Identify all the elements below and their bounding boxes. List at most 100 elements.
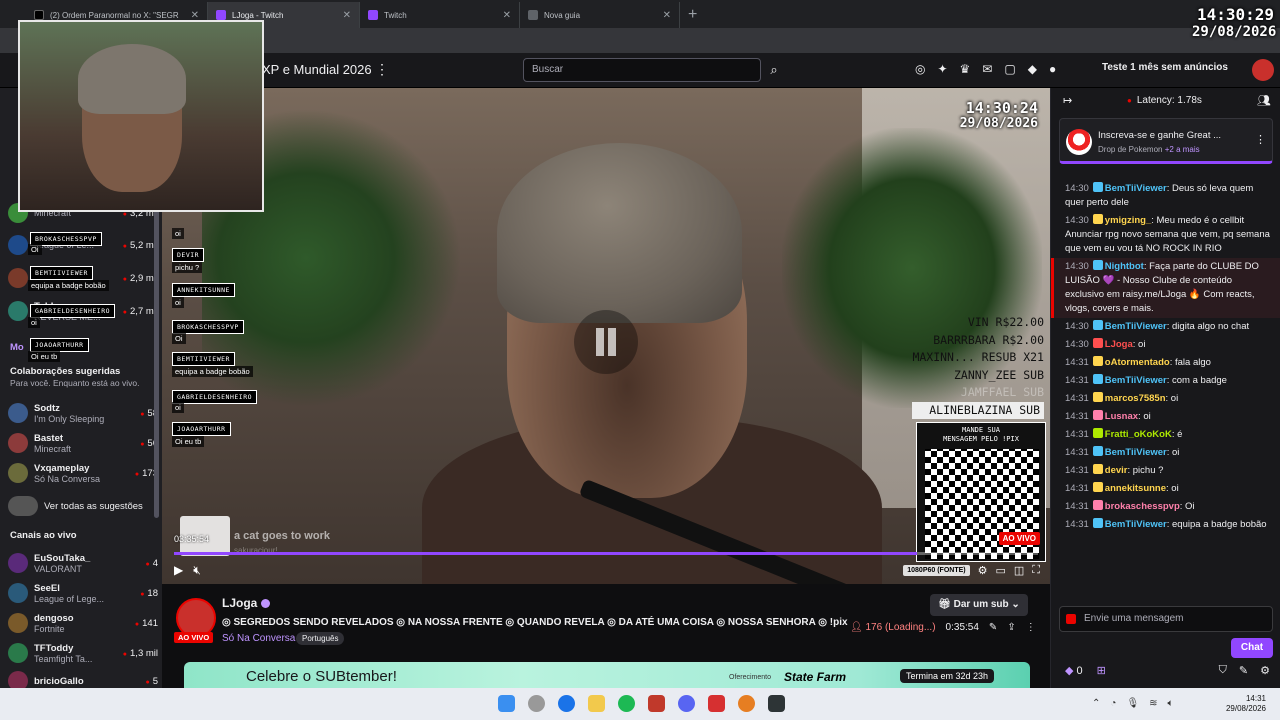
recorder-icon[interactable] (708, 695, 725, 712)
close-tab-icon[interactable]: ✕ (191, 10, 199, 21)
subtember-banner[interactable]: Celebre o SUBtember! Oferecimento State … (184, 662, 1030, 688)
points-icon: ◆ 0 (1065, 665, 1083, 677)
start-icon[interactable] (498, 695, 515, 712)
chat-username[interactable]: BemTiiViewer (1105, 375, 1167, 386)
edit-icon[interactable]: ✎ (989, 622, 997, 633)
folder-icon[interactable] (588, 695, 605, 712)
users-icon[interactable]: 👥︎ (1257, 94, 1271, 107)
more-options-icon[interactable]: ⋮ (1026, 622, 1036, 633)
shield-icon[interactable]: ⛉ (1219, 664, 1227, 677)
user-avatar[interactable] (1252, 59, 1274, 81)
crown-icon[interactable]: ♛ (960, 62, 971, 76)
avatar-stack (8, 496, 38, 516)
browser-tab-new[interactable]: Nova guia ✕ (520, 2, 680, 28)
sidebar-collab-channel[interactable]: BastetMinecraft 56 (8, 428, 158, 458)
chat-username[interactable]: marcos7585n (1105, 393, 1166, 404)
chat-username[interactable]: BemTiiViewer (1105, 321, 1167, 332)
mic-icon[interactable]: 🎙︎ (1126, 698, 1139, 709)
chat-username[interactable]: BemTiiViewer (1105, 447, 1167, 458)
new-tab-button[interactable]: + (680, 2, 705, 28)
prime-icon[interactable]: ◆ (1028, 62, 1037, 76)
quality-badge[interactable]: 1080P60 (FONTE) (903, 565, 970, 576)
ad-free-trial-link[interactable]: Teste 1 mês sem anúncios (1102, 62, 1228, 73)
chat-username[interactable]: annekitsunne (1105, 483, 1166, 494)
system-clock[interactable]: 14:31 29/08/2026 (1226, 694, 1266, 714)
chevron-up-icon[interactable]: ⌃ (1092, 698, 1100, 709)
theatre-mode-icon[interactable]: ▭ (995, 564, 1005, 577)
app-icon[interactable] (768, 695, 785, 712)
chat-username[interactable]: Fratti_oKoKoK (1105, 429, 1172, 440)
chat-username[interactable]: BemTiiViewer (1105, 183, 1167, 194)
seek-bar[interactable] (174, 552, 1038, 555)
share-icon[interactable]: ⇪ (1007, 622, 1015, 633)
more-options-icon[interactable]: ⋮ (375, 61, 389, 78)
chat-username[interactable]: devir (1105, 465, 1128, 476)
sidebar-live-channel[interactable]: EuSouTaka_VALORANT 4 (8, 548, 158, 578)
firefox-icon[interactable] (738, 695, 755, 712)
spotify-icon[interactable] (618, 695, 635, 712)
network-icon[interactable]: ◔ (1110, 698, 1116, 709)
user-badge-icon (1092, 446, 1103, 456)
fullscreen-icon[interactable]: ⛶ (1032, 564, 1040, 577)
chat-username[interactable]: BemTiiViewer (1105, 519, 1167, 530)
activity-icon[interactable]: ◎ (915, 62, 925, 76)
volume-icon[interactable]: 🔈︎ (1168, 698, 1174, 709)
edge-icon[interactable] (558, 695, 575, 712)
sidebar-collab-channel[interactable]: SodtzI'm Only Sleeping 58 (8, 398, 158, 428)
pause-icon[interactable] (574, 310, 638, 374)
browser-tab-twitch[interactable]: Twitch ✕ (360, 2, 520, 28)
wifi-icon[interactable]: ≋ (1149, 698, 1157, 709)
chat-username[interactable]: brokaschesspvp (1105, 501, 1180, 512)
collapse-chat-icon[interactable]: ↦ (1063, 94, 1072, 107)
chat-message: 14:31 Fratti_oKoKoK: é (1065, 428, 1183, 440)
pencil-icon[interactable]: ✎ (1239, 664, 1248, 677)
chat-username[interactable]: Nightbot (1105, 261, 1144, 272)
sidebar-live-channel[interactable]: dengosoFortnite 141 (8, 608, 158, 638)
close-tab-icon[interactable]: ✕ (343, 10, 351, 21)
channel-points[interactable]: ◆ 0 ⊞ (1065, 664, 1106, 677)
chat-username[interactable]: LJoga (1105, 339, 1133, 350)
channel-name[interactable]: LJoga (222, 596, 271, 610)
app-icon[interactable] (648, 695, 665, 712)
overlay-chat-message: Oi (28, 244, 42, 255)
sidebar-toggle-icon[interactable]: ◫ (1014, 564, 1024, 577)
sidebar-collab-channel[interactable]: VxqameplaySó Na Conversa 173 (8, 458, 158, 488)
more-options-icon[interactable]: ⋮ (1255, 133, 1266, 146)
drop-campaign-card[interactable]: Inscreva-se e ganhe Great ... Drop de Po… (1059, 118, 1273, 164)
chat-send-button[interactable]: Chat (1231, 638, 1273, 658)
see-all-suggestions[interactable]: Ver todas as sugestões › (8, 491, 158, 521)
stream-category[interactable]: Só Na Conversa (222, 633, 295, 644)
chat-header: ↦ Latency: 1.78s 👥︎ (1051, 88, 1280, 114)
show-more-link[interactable]: Mo (10, 342, 24, 353)
settings-icon[interactable]: ⚙ (978, 564, 988, 577)
gift-sub-button[interactable]: 🎁︎ Dar um sub ⌄ (930, 594, 1028, 616)
chat-username[interactable]: oAtormentado (1105, 357, 1170, 368)
sidebar-live-channel[interactable]: TFToddyTeamfight Ta... 1,3 mil (8, 638, 158, 668)
chat-username[interactable]: Lusnax (1105, 411, 1138, 422)
chat-message: 14:31 marcos7585n: oi (1065, 392, 1179, 404)
sidebar-live-channel[interactable]: SeeElLeague of Lege... 18 (8, 578, 158, 608)
video-player[interactable]: oi DEVIR pichu ? ANNEKITSUNNE oi BROKASC… (162, 88, 1050, 584)
chat-message: 14:30 LJoga: oi (1065, 338, 1146, 350)
chat-message: 14:31 Lusnax: oi (1065, 410, 1151, 422)
close-tab-icon[interactable]: ✕ (503, 10, 511, 21)
search-icon[interactable]: ⌕ (762, 58, 786, 82)
gear-icon[interactable]: ⚙ (1260, 664, 1270, 677)
play-icon[interactable]: ▶ (174, 563, 183, 578)
close-tab-icon[interactable]: ✕ (663, 10, 671, 21)
prediction-icon[interactable]: ⊞ (1097, 664, 1106, 677)
hype-icon[interactable]: ✦ (937, 62, 947, 76)
inbox-icon[interactable]: ✉ (982, 62, 992, 76)
search-input[interactable]: Buscar (523, 58, 761, 82)
sidebar-live-channel[interactable]: bricioGallo 5 (8, 666, 158, 688)
discord-icon[interactable] (678, 695, 695, 712)
chat-username[interactable]: ymigzing_ (1105, 215, 1151, 226)
chat-input[interactable]: Envie uma mensagem (1059, 606, 1273, 632)
search-icon[interactable] (528, 695, 545, 712)
whispers-icon[interactable]: ▢ (1004, 62, 1015, 76)
language-tag[interactable]: Português (296, 632, 345, 645)
live-badge: AO VIVO (174, 632, 214, 643)
stream-title: ◎ SEGREDOS SENDO REVELADOS ◎ NA NOSSA FR… (222, 617, 848, 628)
mute-icon[interactable]: 🔇︎ (193, 563, 201, 578)
notifications-icon[interactable]: ● (1049, 62, 1056, 76)
